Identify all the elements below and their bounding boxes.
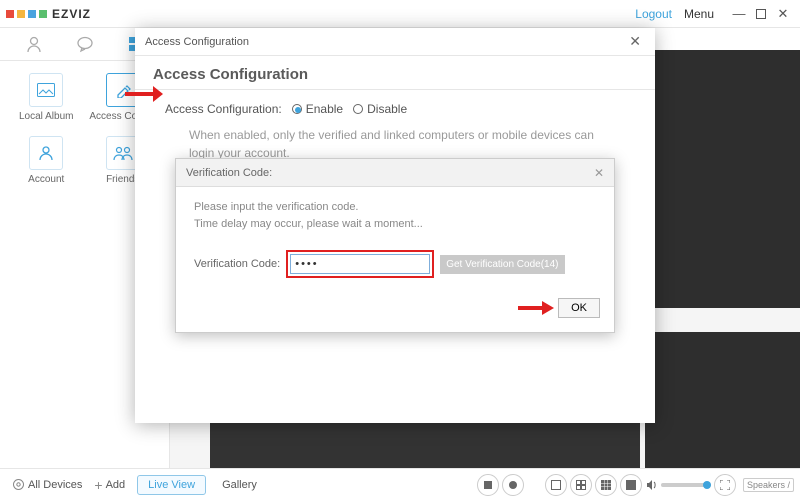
volume-slider[interactable] (661, 483, 711, 487)
sidebar-item-account[interactable]: Account (11, 136, 81, 185)
verification-modal-header: Verification Code: ✕ (176, 159, 614, 187)
sidebar-item-label: Account (11, 174, 81, 185)
modal-title: Access Configuration (135, 56, 655, 90)
disable-label: Disable (367, 102, 407, 116)
layout-9-button[interactable] (595, 474, 617, 496)
live-view-tab[interactable]: Live View (137, 475, 206, 495)
add-button[interactable]: + Add (88, 475, 131, 495)
stop-icon (484, 481, 492, 489)
logout-link[interactable]: Logout (635, 7, 672, 21)
user-tab[interactable] (22, 32, 46, 56)
layout-nine-icon (601, 480, 611, 490)
playback-controls: Speakers / (477, 474, 794, 496)
ok-button[interactable]: OK (558, 298, 600, 318)
layout-1-button[interactable] (545, 474, 567, 496)
verification-input-highlight (286, 250, 434, 278)
enable-label: Enable (306, 102, 343, 116)
record-icon (509, 481, 517, 489)
minimize-button[interactable]: — (728, 3, 750, 25)
verification-header-label: Verification Code: (186, 167, 272, 179)
verification-code-input[interactable] (290, 254, 430, 274)
modal-header-label: Access Configuration (145, 36, 249, 48)
speakers-label[interactable]: Speakers / (743, 478, 794, 492)
layout-4-button[interactable] (570, 474, 592, 496)
all-devices-button[interactable]: All Devices (6, 476, 88, 493)
video-tile[interactable] (645, 332, 800, 468)
radio-dot-icon (353, 104, 363, 114)
access-config-row: Access Configuration: Enable Disable (135, 90, 655, 122)
layout-single-icon (551, 480, 561, 490)
verification-footer: OK (176, 290, 614, 332)
titlebar: EZVIZ Logout Menu — ✕ (0, 0, 800, 28)
enable-radio[interactable]: Enable (292, 102, 343, 116)
bottom-bar: All Devices + Add Live View Gallery Spea… (0, 468, 800, 500)
layout-sixteen-icon (626, 480, 636, 490)
modal-header: Access Configuration ✕ (135, 28, 655, 56)
access-config-label: Access Configuration: (165, 102, 282, 116)
menu-label[interactable]: Menu (684, 7, 714, 21)
verification-line1: Please input the verification code. (194, 199, 596, 216)
maximize-button[interactable] (750, 3, 772, 25)
video-tile[interactable] (645, 50, 800, 308)
gear-icon (12, 478, 25, 491)
layout-quad-icon (576, 480, 586, 490)
square-icon (756, 9, 766, 19)
fullscreen-icon (720, 480, 730, 490)
annotation-arrow-icon (123, 83, 163, 105)
close-window-button[interactable]: ✕ (772, 3, 794, 25)
gallery-tab[interactable]: Gallery (212, 476, 267, 494)
volume-control[interactable] (645, 478, 711, 492)
brand-logo: EZVIZ (6, 7, 91, 21)
sidebar-item-label: Local Album (11, 111, 81, 122)
account-icon (29, 136, 63, 170)
verification-instructions: Please input the verification code. Time… (194, 199, 596, 232)
stop-button[interactable] (477, 474, 499, 496)
modal-close-button[interactable]: ✕ (625, 33, 645, 50)
fullscreen-button[interactable] (714, 474, 736, 496)
sidebar-item-local-album[interactable]: Local Album (11, 73, 81, 122)
user-icon (25, 35, 43, 53)
get-verification-code-button[interactable]: Get Verification Code(14) (440, 255, 564, 274)
verification-field-label: Verification Code: (194, 258, 280, 270)
chat-tab[interactable] (73, 32, 97, 56)
add-label: Add (106, 479, 126, 491)
verification-row: Verification Code: Get Verification Code… (194, 250, 596, 278)
speaker-icon (645, 478, 659, 492)
image-icon (29, 73, 63, 107)
disable-radio[interactable]: Disable (353, 102, 407, 116)
radio-dot-icon (292, 104, 302, 114)
annotation-arrow-icon (516, 300, 554, 316)
access-config-modal: Access Configuration ✕ Access Configurat… (135, 28, 655, 423)
all-devices-label: All Devices (28, 479, 82, 491)
access-config-explain: When enabled, only the verified and link… (135, 122, 655, 162)
verification-modal: Verification Code: ✕ Please input the ve… (175, 158, 615, 333)
record-button[interactable] (502, 474, 524, 496)
chat-icon (76, 35, 94, 53)
brand-name: EZVIZ (52, 7, 91, 21)
verification-line2: Time delay may occur, please wait a mome… (194, 216, 596, 233)
verification-close-button[interactable]: ✕ (594, 166, 604, 180)
layout-16-button[interactable] (620, 474, 642, 496)
